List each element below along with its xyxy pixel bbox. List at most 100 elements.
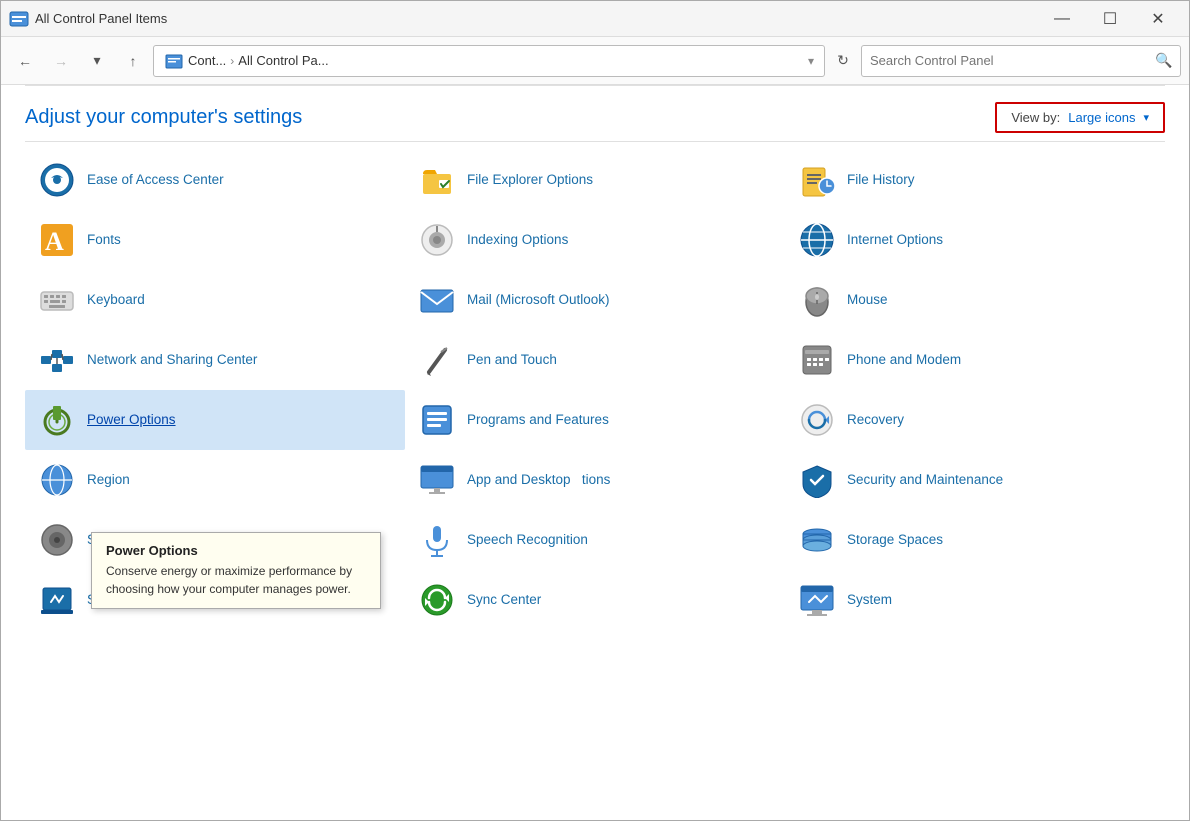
pen-icon: [417, 340, 457, 380]
indexing-icon: [417, 220, 457, 260]
grid-item-file-explorer-options[interactable]: File Explorer Options: [405, 150, 785, 210]
item-label-indexing-options: Indexing Options: [467, 231, 568, 249]
grid-item-supportassist[interactable]: SupportAssist OS Recovery: [25, 570, 405, 630]
window-controls: — ☐ ✕: [1039, 3, 1181, 35]
network-icon: [37, 340, 77, 380]
item-label-programs-features: Programs and Features: [467, 411, 609, 429]
view-by-box: View by: Large icons ▾: [995, 102, 1165, 133]
items-area: Ease of Access Center File Explorer Optio…: [1, 142, 1189, 820]
grid-item-indexing-options[interactable]: Indexing Options: [405, 210, 785, 270]
app-desktop-icon: [417, 460, 457, 500]
recovery-icon: [797, 400, 837, 440]
sound-icon: [37, 520, 77, 560]
grid-item-internet-options[interactable]: Internet Options: [785, 210, 1165, 270]
search-button[interactable]: 🔍: [1148, 46, 1180, 76]
grid-item-fonts[interactable]: A Fonts: [25, 210, 405, 270]
item-label-phone-modem: Phone and Modem: [847, 351, 961, 369]
address-bar: ← → ▾ ↑ Cont... › All Control Pa... ▾ ↻ …: [1, 37, 1189, 85]
grid-item-programs-features[interactable]: Programs and Features: [405, 390, 785, 450]
window-title: All Control Panel Items: [35, 11, 1039, 26]
sync-icon: [417, 580, 457, 620]
item-label-power-options: Power Options: [87, 411, 176, 429]
address-icon: [164, 51, 184, 71]
storage-icon: [797, 520, 837, 560]
item-label-internet-options: Internet Options: [847, 231, 943, 249]
item-label-supportassist: SupportAssist OS Recovery: [87, 591, 254, 609]
item-label-recovery: Recovery: [847, 411, 904, 429]
item-label-security-maintenance: Security and Maintenance: [847, 471, 1003, 489]
mouse-icon: [797, 280, 837, 320]
grid-item-network[interactable]: Network and Sharing Center: [25, 330, 405, 390]
item-label-app-desktop: App and Desktop tions: [467, 471, 610, 489]
grid-item-pen-touch[interactable]: Pen and Touch: [405, 330, 785, 390]
items-grid: Ease of Access Center File Explorer Optio…: [25, 150, 1165, 630]
grid-item-file-history[interactable]: File History: [785, 150, 1165, 210]
up-button[interactable]: ↑: [117, 45, 149, 77]
item-label-sound: Sound: [87, 531, 126, 549]
view-by-chevron: ▾: [1143, 111, 1149, 124]
grid-item-mail[interactable]: Mail (Microsoft Outlook): [405, 270, 785, 330]
supportassist-icon: [37, 580, 77, 620]
grid-item-sync-center[interactable]: Sync Center: [405, 570, 785, 630]
grid-item-security-maintenance[interactable]: Security and Maintenance: [785, 450, 1165, 510]
programs-icon: [417, 400, 457, 440]
view-by-label: View by:: [1011, 110, 1060, 125]
minimize-button[interactable]: —: [1039, 3, 1085, 35]
back-button[interactable]: ←: [9, 45, 41, 77]
address-chevron: ▾: [808, 54, 814, 68]
forward-button[interactable]: →: [45, 45, 77, 77]
item-label-mouse: Mouse: [847, 291, 888, 309]
grid-item-app-desktop[interactable]: App and Desktop tions: [405, 450, 785, 510]
power-icon: [37, 400, 77, 440]
window: All Control Panel Items — ☐ ✕ ← → ▾ ↑ Co…: [0, 0, 1190, 821]
grid-item-mouse[interactable]: Mouse: [785, 270, 1165, 330]
folder-check-icon: [417, 160, 457, 200]
item-label-system: System: [847, 591, 892, 609]
item-label-pen-touch: Pen and Touch: [467, 351, 557, 369]
refresh-button[interactable]: ↻: [829, 47, 857, 75]
path-part-1: Cont...: [188, 53, 226, 68]
item-label-network: Network and Sharing Center: [87, 351, 257, 369]
item-label-keyboard: Keyboard: [87, 291, 145, 309]
main-content: Adjust your computer's settings View by:…: [1, 86, 1189, 820]
title-bar: All Control Panel Items — ☐ ✕: [1, 1, 1189, 37]
grid-item-system[interactable]: System: [785, 570, 1165, 630]
keyboard-icon: [37, 280, 77, 320]
system-icon: [797, 580, 837, 620]
item-label-fonts: Fonts: [87, 231, 121, 249]
grid-item-speech-recognition[interactable]: Speech Recognition: [405, 510, 785, 570]
grid-item-power-options[interactable]: Power Options: [25, 390, 405, 450]
dropdown-button[interactable]: ▾: [81, 45, 113, 77]
grid-item-storage-spaces[interactable]: Storage Spaces: [785, 510, 1165, 570]
window-icon: [9, 9, 29, 29]
view-by-value[interactable]: Large icons: [1068, 110, 1135, 125]
search-box: 🔍: [861, 45, 1181, 77]
item-label-speech-recognition: Speech Recognition: [467, 531, 588, 549]
item-label-file-history: File History: [847, 171, 915, 189]
search-input[interactable]: [862, 53, 1148, 68]
item-label-region: Region: [87, 471, 130, 489]
item-label-sync-center: Sync Center: [467, 591, 541, 609]
grid-item-phone-modem[interactable]: Phone and Modem: [785, 330, 1165, 390]
item-label-ease-of-access: Ease of Access Center: [87, 171, 224, 189]
ease-icon: [37, 160, 77, 200]
grid-item-ease-of-access[interactable]: Ease of Access Center: [25, 150, 405, 210]
grid-item-region[interactable]: Region: [25, 450, 405, 510]
grid-item-keyboard[interactable]: Keyboard: [25, 270, 405, 330]
grid-item-recovery[interactable]: Recovery: [785, 390, 1165, 450]
region-icon: [37, 460, 77, 500]
path-part-2: All Control Pa...: [238, 53, 328, 68]
maximize-button[interactable]: ☐: [1087, 3, 1133, 35]
address-field[interactable]: Cont... › All Control Pa... ▾: [153, 45, 825, 77]
phone-icon: [797, 340, 837, 380]
page-title: Adjust your computer's settings: [25, 106, 302, 129]
item-label-file-explorer-options: File Explorer Options: [467, 171, 593, 189]
speech-icon: [417, 520, 457, 560]
fonts-icon: A: [37, 220, 77, 260]
grid-item-sound[interactable]: Sound: [25, 510, 405, 570]
item-label-storage-spaces: Storage Spaces: [847, 531, 943, 549]
content-header: Adjust your computer's settings View by:…: [1, 86, 1189, 141]
file-history-icon: [797, 160, 837, 200]
item-label-mail: Mail (Microsoft Outlook): [467, 291, 610, 309]
close-button[interactable]: ✕: [1135, 3, 1181, 35]
